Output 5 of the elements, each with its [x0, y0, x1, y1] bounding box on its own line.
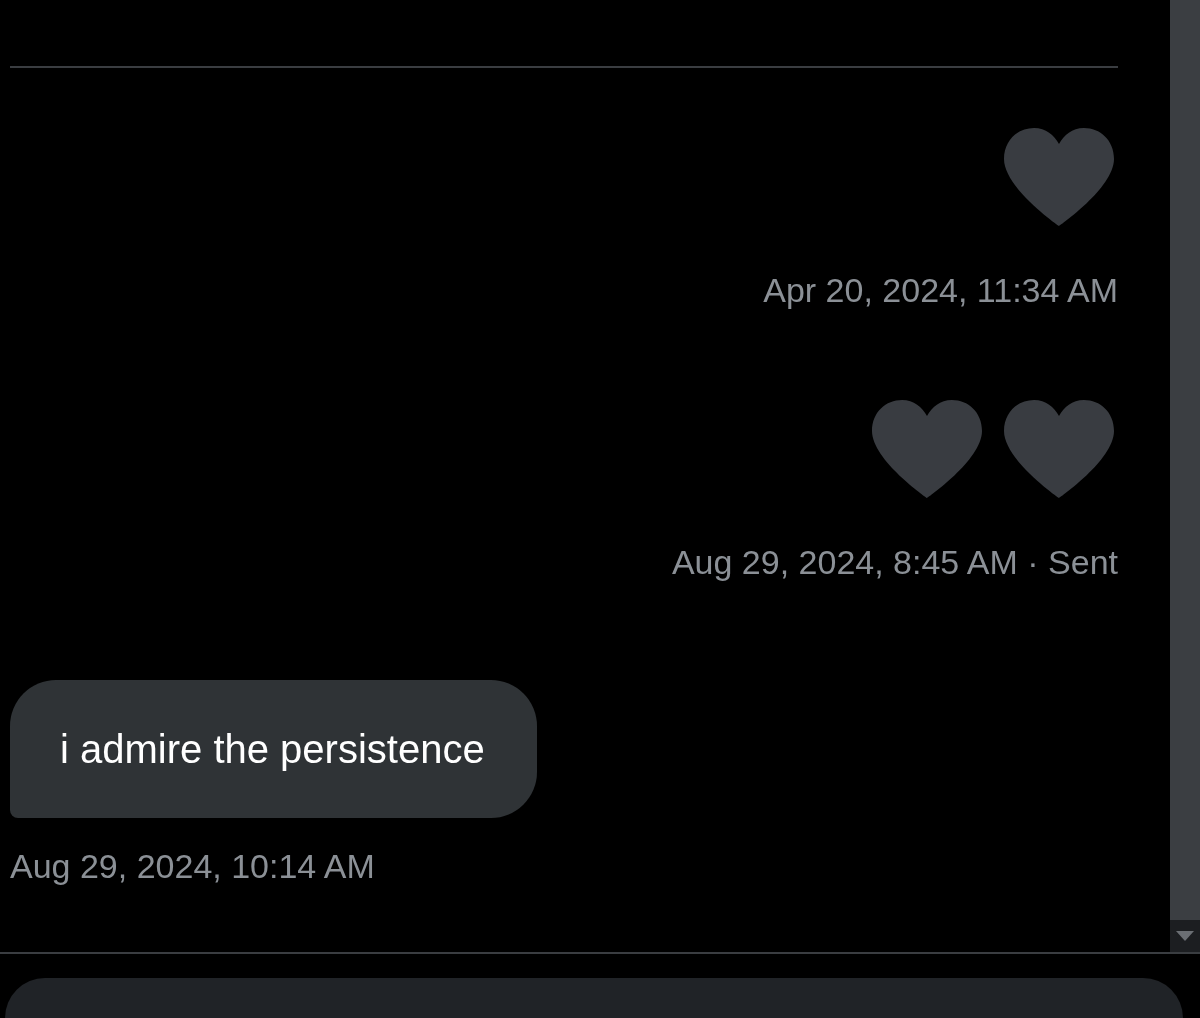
- scrollbar-thumb[interactable]: [1170, 0, 1200, 920]
- message-bubble: i admire the persistence: [10, 680, 537, 818]
- message-timestamp: Apr 20, 2024, 11:34 AM: [763, 270, 1118, 310]
- message-timestamp: Aug 29, 2024, 10:14 AM: [10, 846, 375, 886]
- message-timestamp: Aug 29, 2024, 8:45 AM · Sent: [671, 542, 1118, 582]
